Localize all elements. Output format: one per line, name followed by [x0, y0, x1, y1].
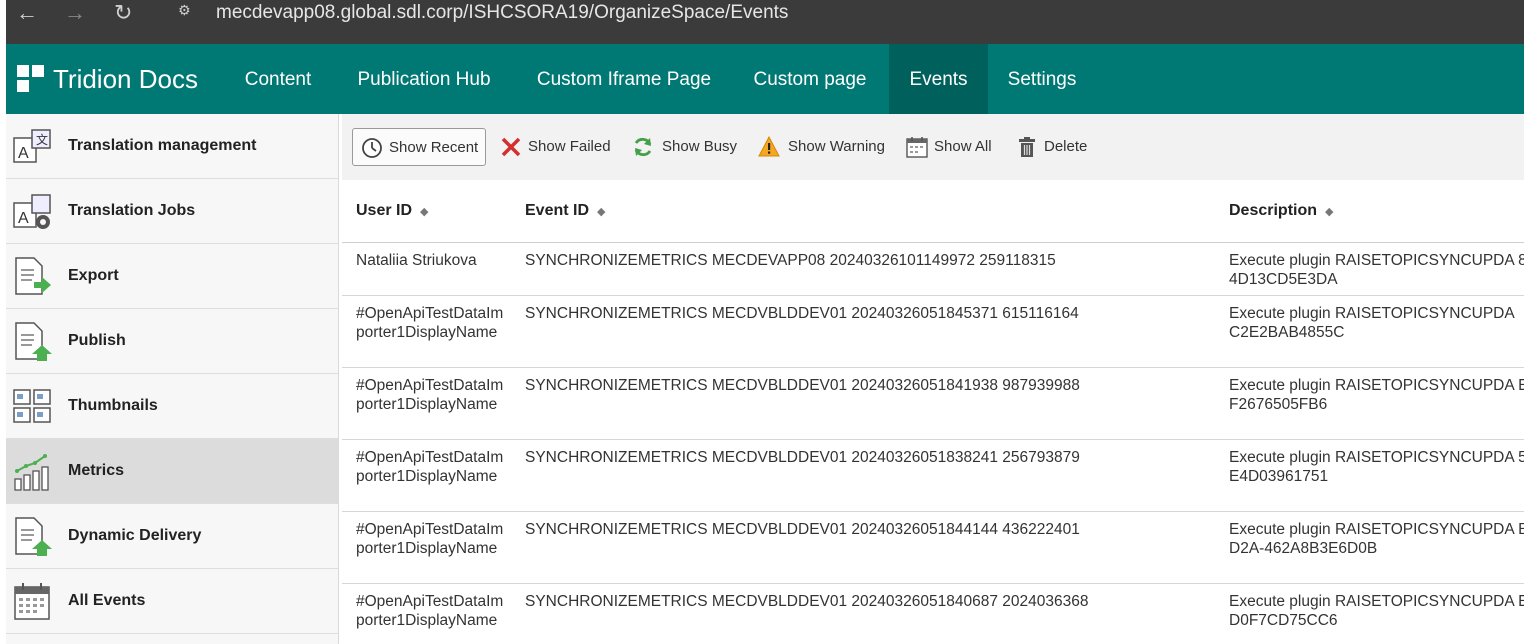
description-cell: Execute plugin RAISETOPICSYNCUPDA 5E4D03… — [1229, 449, 1524, 485]
svg-text:A: A — [18, 145, 29, 162]
sidebar-item-metrics[interactable]: Metrics — [6, 439, 338, 504]
x-icon — [501, 137, 521, 157]
user-id-cell: Nataliia Striukova — [356, 252, 477, 269]
show-all-label: Show All — [934, 138, 992, 155]
events-table-header: User ID ◆ Event ID ◆ Description ◆ — [342, 180, 1524, 243]
events-toolbar: Show Recent Show Failed Show Busy Show W… — [342, 114, 1524, 181]
event-id-cell: SYNCHRONIZEMETRICS MECDVBLDDEV01 2024032… — [525, 449, 1080, 466]
arrow-right-icon[interactable]: → — [64, 0, 86, 26]
column-header-label: User ID — [356, 202, 413, 219]
sidebar-item-label: Publish — [68, 332, 126, 349]
tab-events[interactable]: Events — [889, 44, 988, 114]
metrics-icon — [14, 454, 49, 491]
show-busy-label: Show Busy — [662, 138, 738, 155]
show-recent-label: Show Recent — [389, 139, 479, 156]
sort-icon[interactable]: ◆ — [1325, 206, 1333, 218]
show-failed-label: Show Failed — [528, 138, 611, 155]
table-row[interactable]: #OpenApiTestDataImporter1DisplayName SYN… — [342, 512, 1524, 584]
user-id-cell: #OpenApiTestDataImporter1DisplayName — [356, 449, 504, 485]
show-failed-button[interactable]: Show Failed — [498, 128, 616, 164]
sidebar-item-export[interactable]: Export — [6, 244, 338, 309]
svg-text:A: A — [18, 210, 29, 227]
description-cell: Execute plugin RAISETOPICSYNCUPDA BD2A-4… — [1229, 521, 1524, 557]
user-id-cell: #OpenApiTestDataImporter1DisplayName — [356, 305, 504, 341]
event-id-cell: SYNCHRONIZEMETRICS MECDVBLDDEV01 2024032… — [525, 521, 1080, 538]
sidebar-item-translation-jobs[interactable]: A Translation Jobs — [6, 179, 338, 244]
browser-toolbar: ← → ↻ ⚙ mecdevapp08.global.sdl.corp/ISHC… — [6, 0, 1524, 44]
table-row[interactable]: #OpenApiTestDataImporter1DisplayName SYN… — [342, 584, 1524, 644]
sort-icon[interactable]: ◆ — [597, 206, 605, 218]
refresh-icon — [634, 137, 652, 157]
sidebar-item-label: Metrics — [68, 462, 125, 479]
event-id-cell: SYNCHRONIZEMETRICS MECDVBLDDEV01 2024032… — [525, 377, 1080, 394]
tab-custom-page[interactable]: Custom page — [740, 44, 880, 114]
sidebar-item-dynamic-delivery[interactable]: Dynamic Delivery — [6, 504, 338, 569]
warning-icon — [758, 136, 780, 157]
event-id-cell: SYNCHRONIZEMETRICS MECDEVAPP08 202403261… — [525, 252, 1056, 269]
sidebar-item-label: All Events — [68, 592, 146, 609]
sidebar-item-translation-management[interactable]: A 文 Translation management — [6, 114, 338, 179]
sidebar-item-all-events[interactable]: All Events — [6, 569, 338, 634]
sidebar-item-label: Export — [68, 267, 119, 284]
tab-settings[interactable]: Settings — [996, 44, 1088, 114]
app-header: Tridion Docs Content Publication Hub Cus… — [6, 44, 1524, 114]
thumbnails-icon — [13, 389, 51, 423]
calendar-icon — [14, 583, 50, 620]
calendar-icon — [906, 137, 928, 158]
user-id-cell: #OpenApiTestDataImporter1DisplayName — [356, 593, 504, 629]
description-cell: Execute plugin RAISETOPICSYNCUPDA EF2676… — [1229, 377, 1524, 413]
table-row[interactable]: #OpenApiTestDataImporter1DisplayName SYN… — [342, 296, 1524, 368]
sidebar-item-label: Translation management — [68, 137, 257, 154]
event-id-cell: SYNCHRONIZEMETRICS MECDVBLDDEV01 2024032… — [525, 593, 1089, 610]
column-header-description[interactable]: Description ◆ — [1229, 180, 1333, 243]
show-all-button[interactable]: Show All — [904, 128, 996, 164]
url-text[interactable]: mecdevapp08.global.sdl.corp/ISHCSORA19/O… — [216, 2, 788, 24]
sidebar-item-label: Dynamic Delivery — [68, 527, 202, 544]
tab-custom-iframe-page[interactable]: Custom Iframe Page — [520, 44, 728, 114]
description-cell: Execute plugin RAISETOPICSYNCUPDA C2E2BA… — [1229, 305, 1514, 341]
event-id-cell: SYNCHRONIZEMETRICS MECDVBLDDEV01 2024032… — [525, 305, 1079, 322]
table-row[interactable]: Nataliia Striukova SYNCHRONIZEMETRICS ME… — [342, 243, 1524, 296]
delete-label: Delete — [1044, 138, 1088, 155]
sidebar-item-publish[interactable]: Publish — [6, 309, 338, 374]
column-header-label: Event ID — [525, 202, 590, 219]
clock-icon — [362, 138, 382, 158]
tab-content[interactable]: Content — [228, 44, 328, 114]
sidebar-item-label: Translation Jobs — [68, 202, 196, 219]
column-header-event-id[interactable]: Event ID ◆ — [525, 180, 605, 243]
show-warning-label: Show Warning — [788, 138, 885, 155]
arrow-left-icon[interactable]: ← — [16, 0, 38, 26]
delete-button[interactable]: Delete — [1014, 128, 1094, 164]
reload-icon[interactable]: ↻ — [114, 0, 132, 26]
user-id-cell: #OpenApiTestDataImporter1DisplayName — [356, 521, 504, 557]
site-info-icon[interactable]: ⚙ — [178, 2, 191, 19]
publish-icon — [15, 322, 52, 361]
tridion-logo-icon — [17, 65, 44, 92]
show-recent-button[interactable]: Show Recent — [352, 128, 486, 166]
translation-icon: A 文 — [13, 129, 51, 163]
translation-jobs-icon: A — [13, 194, 51, 229]
export-icon — [15, 257, 51, 295]
table-row[interactable]: #OpenApiTestDataImporter1DisplayName SYN… — [342, 368, 1524, 440]
description-cell: Execute plugin RAISETOPICSYNCUPDA ED0F7C… — [1229, 593, 1524, 629]
description-cell: Execute plugin RAISETOPICSYNCUPDA 84D13C… — [1229, 252, 1524, 288]
trash-icon — [1019, 137, 1035, 157]
brand-name[interactable]: Tridion Docs — [53, 64, 198, 94]
show-busy-button[interactable]: Show Busy — [630, 128, 740, 164]
tab-publication-hub[interactable]: Publication Hub — [340, 44, 508, 114]
column-header-user-id[interactable]: User ID ◆ — [356, 180, 429, 243]
sidebar-item-label: Thumbnails — [68, 397, 158, 414]
sidebar: A 文 Translation management A Translation… — [6, 114, 339, 644]
column-header-label: Description — [1229, 202, 1318, 219]
sort-icon[interactable]: ◆ — [420, 206, 428, 218]
table-row[interactable]: #OpenApiTestDataImporter1DisplayName SYN… — [342, 440, 1524, 512]
show-warning-button[interactable]: Show Warning — [756, 128, 888, 164]
dynamic-delivery-icon — [15, 517, 52, 556]
sidebar-item-thumbnails[interactable]: Thumbnails — [6, 374, 338, 439]
svg-text:文: 文 — [36, 132, 48, 147]
user-id-cell: #OpenApiTestDataImporter1DisplayName — [356, 377, 504, 413]
